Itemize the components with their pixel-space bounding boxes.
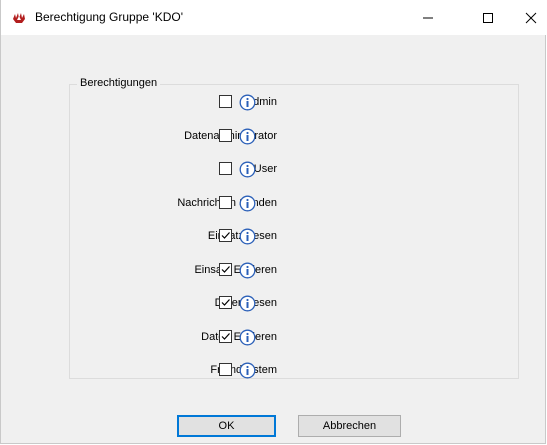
info-icon[interactable] [239, 295, 256, 312]
info-icon[interactable] [239, 329, 256, 346]
close-icon [525, 12, 537, 23]
minimize-button[interactable] [405, 0, 451, 35]
permission-row: Nachrichten Senden [69, 195, 369, 213]
permission-checkbox[interactable] [219, 296, 232, 309]
permission-checkbox[interactable] [219, 195, 232, 209]
info-icon[interactable] [239, 161, 256, 178]
permission-checkbox[interactable] [219, 95, 232, 108]
dialog-window: Berechtigung Gruppe 'KDO' Berechtigungen… [0, 0, 547, 444]
maximize-button[interactable] [465, 0, 511, 35]
checkmark-icon [221, 299, 230, 306]
permission-row: Datenadministrator [69, 128, 369, 146]
permission-row: Daten Lesen [69, 295, 369, 313]
checkmark-icon [221, 265, 230, 273]
permission-row: User [69, 161, 369, 179]
info-icon[interactable] [239, 262, 256, 279]
permission-row: Admin [69, 94, 369, 112]
info-icon[interactable] [239, 228, 256, 245]
permission-checkbox[interactable] [219, 162, 232, 175]
ok-button[interactable]: OK [177, 415, 276, 437]
app-logo-icon [11, 10, 27, 26]
info-icon[interactable] [239, 362, 256, 379]
close-button[interactable] [508, 0, 547, 35]
checkmark-icon [221, 232, 230, 239]
minimize-icon [423, 17, 433, 18]
info-icon[interactable] [239, 128, 256, 145]
permission-row: Einsatz Lesen [69, 228, 369, 246]
checkmark-icon [221, 332, 230, 340]
maximize-icon [483, 12, 493, 23]
window-title: Berechtigung Gruppe 'KDO' [35, 10, 183, 24]
info-icon[interactable] [239, 195, 256, 212]
cancel-button[interactable]: Abbrechen [298, 415, 401, 437]
permission-checkbox[interactable] [219, 262, 232, 276]
permission-checkbox[interactable] [219, 363, 232, 376]
title-bar[interactable]: Berechtigung Gruppe 'KDO' [1, 0, 547, 35]
permission-row: Daten Editieren [69, 329, 369, 347]
permission-checkbox[interactable] [219, 329, 232, 343]
permission-row: Einsatz Editieren [69, 262, 369, 280]
groupbox-title: Berechtigungen [77, 77, 161, 89]
permission-label: User [253, 163, 277, 175]
permission-row: Fremdsystem [69, 362, 369, 380]
info-icon[interactable] [239, 94, 256, 111]
permission-checkbox[interactable] [219, 229, 232, 242]
permission-checkbox[interactable] [219, 128, 232, 142]
permission-label: Einsatz Editieren [194, 263, 277, 276]
